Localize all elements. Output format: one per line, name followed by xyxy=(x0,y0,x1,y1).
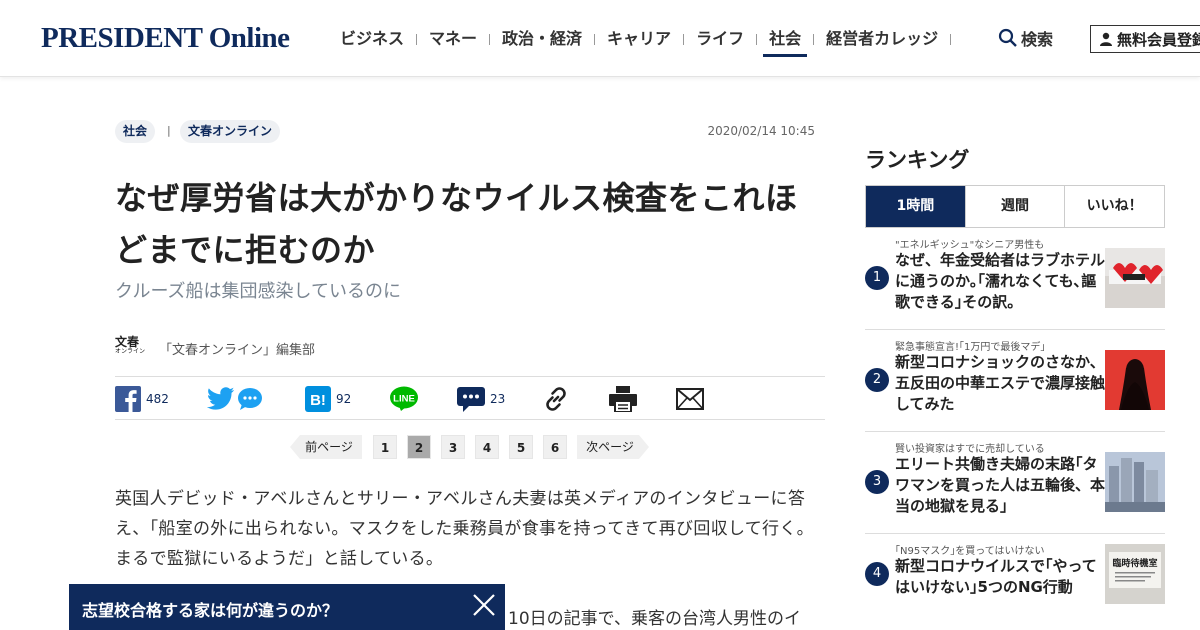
nav-item-society[interactable]: 社会 xyxy=(757,24,813,57)
tag-bunshun[interactable]: 文春オンライン xyxy=(180,120,281,143)
nav-item-career[interactable]: キャリア xyxy=(595,24,683,54)
article-subtitle: クルーズ船は集団感染しているのに xyxy=(115,281,402,302)
tag-separator: | xyxy=(167,124,171,137)
article-body-paragraph: 英国人デビッド・アベルさんとサリー・アベルさん夫妻は英メディアのインタビューに答… xyxy=(115,489,814,569)
speech-bubble-icon xyxy=(238,388,262,410)
share-bar: 482 B! 92 LINE 23 xyxy=(115,376,825,420)
article-body-partial: 10日の記事で、乗客の台湾人男性のイ xyxy=(508,609,801,629)
comment-button[interactable]: 23 xyxy=(457,385,505,413)
author-row: 文春 オンライン 「文春オンライン」編集部 xyxy=(115,336,315,360)
article-title: なぜ厚労省は大がかりなウイルス検査をこれほどまでに拒むのか xyxy=(115,179,798,269)
prev-page-button[interactable]: 前ページ xyxy=(290,435,362,459)
email-share-button[interactable] xyxy=(676,385,704,413)
rank-kicker: 賢い投資家はすでに売却している xyxy=(895,444,1045,455)
rank-number: 1 xyxy=(865,266,889,290)
nav-divider xyxy=(950,33,952,45)
page-1[interactable]: 1 xyxy=(373,435,397,459)
facebook-count: 482 xyxy=(146,392,169,406)
user-icon xyxy=(1100,32,1112,46)
page-6[interactable]: 6 xyxy=(543,435,567,459)
close-icon[interactable] xyxy=(471,592,497,618)
twitter-share-button[interactable] xyxy=(207,385,263,413)
nav-item-politics[interactable]: 政治・経済 xyxy=(490,24,594,54)
twitter-icon xyxy=(207,387,235,410)
rank-number: 4 xyxy=(865,562,889,586)
hotel-photo xyxy=(1105,248,1165,308)
silhouette-photo xyxy=(1105,350,1165,410)
tab-weekly[interactable]: 週間 xyxy=(964,186,1065,227)
ranking-item-4[interactable]: 4 ｢N95マスク｣を買ってはいけない 新型コロナウイルスで｢やってはいけない｣… xyxy=(865,534,1165,630)
page-3[interactable]: 3 xyxy=(441,435,465,459)
comment-count: 23 xyxy=(490,392,506,406)
tab-likes[interactable]: いいね！ xyxy=(1064,186,1164,227)
banner-text: 志望校合格する家は何が違うのか？ xyxy=(82,601,339,620)
page-2-current: 2 xyxy=(407,435,431,459)
page-5[interactable]: 5 xyxy=(509,435,533,459)
mail-icon xyxy=(676,388,704,410)
ranking-item-3[interactable]: 3 賢い投資家はすでに売却している エリート共働き夫婦の末路｢タワマンを買った人… xyxy=(865,432,1165,534)
copy-link-button[interactable] xyxy=(542,385,570,413)
search-icon xyxy=(998,28,1017,47)
nav-item-college[interactable]: 経営者カレッジ xyxy=(814,24,950,54)
hatena-bookmark-button[interactable]: B! 92 xyxy=(305,385,351,413)
ranking-tabs: 1時間 週間 いいね！ xyxy=(865,185,1165,228)
ranking-item-1[interactable]: 1 "エネルギッシュ"なシニア男性も なぜ、年金受給者はラブホテルに通うのか｡｢… xyxy=(865,228,1165,330)
ranking-item-2[interactable]: 2 緊急事態宣言!｢1万円で最後マデ｣ 新型コロナショックのさなか、五反田の中華… xyxy=(865,330,1165,432)
hatena-icon: B! xyxy=(305,386,331,412)
svg-text:LINE: LINE xyxy=(393,394,415,405)
svg-text:B!: B! xyxy=(310,392,326,409)
page-4[interactable]: 4 xyxy=(475,435,499,459)
site-header: PRESIDENT Online ビジネス マネー 政治・経済 キャリア ライフ… xyxy=(0,0,1200,77)
member-label: 無料会員登録 xyxy=(1117,30,1200,49)
search-button[interactable]: 検索 xyxy=(998,26,1053,50)
rank-number: 3 xyxy=(865,470,889,494)
tag-society[interactable]: 社会 xyxy=(115,120,156,143)
author-logo: 文春 オンライン xyxy=(115,336,145,360)
link-icon xyxy=(546,387,566,411)
rank-number: 2 xyxy=(865,368,889,392)
comment-icon xyxy=(457,387,485,412)
rank-headline: なぜ、年金受給者はラブホテルに通うのか｡｢濡れなくても､謳歌できる｣その訳。 xyxy=(895,251,1106,311)
main-nav: ビジネス マネー 政治・経済 キャリア ライフ 社会 経営者カレッジ xyxy=(328,24,952,57)
line-icon: LINE xyxy=(390,386,418,411)
line-share-button[interactable]: LINE xyxy=(389,385,419,413)
promo-banner[interactable]: 志望校合格する家は何が違うのか？ xyxy=(69,584,505,630)
nav-item-business[interactable]: ビジネス xyxy=(328,24,416,54)
ranking-title: ランキング xyxy=(865,148,970,172)
rank-headline: 新型コロナショックのさなか、五反田の中華エステで濃厚接触してみた xyxy=(895,353,1106,413)
author-logo-sub: オンライン xyxy=(115,348,146,355)
next-page-button[interactable]: 次ページ xyxy=(577,435,649,459)
member-signup-button[interactable]: 無料会員登録 xyxy=(1090,25,1200,53)
nav-item-life[interactable]: ライフ xyxy=(684,24,756,54)
site-logo[interactable]: PRESIDENT Online xyxy=(41,22,290,55)
facebook-share-button[interactable]: 482 xyxy=(115,385,169,413)
print-button[interactable] xyxy=(609,385,637,413)
rank-kicker: ｢N95マスク｣を買ってはいけない xyxy=(895,546,1045,557)
tab-1hour[interactable]: 1時間 xyxy=(866,186,965,227)
article-meta: 社会 | 文春オンライン 2020/02/14 10:45 xyxy=(115,120,815,144)
author-name[interactable]: 「文春オンライン」編集部 xyxy=(159,339,315,358)
tower-photo xyxy=(1105,452,1165,512)
rank-headline: 新型コロナウイルスで｢やってはいけない｣5つのNG行動 xyxy=(895,557,1097,596)
search-label: 検索 xyxy=(1021,30,1054,49)
publish-date: 2020/02/14 10:45 xyxy=(707,124,815,138)
nav-item-money[interactable]: マネー xyxy=(417,24,489,54)
waiting-room-photo: 臨時待機室 xyxy=(1105,544,1165,604)
rank-kicker: "エネルギッシュ"なシニア男性も xyxy=(895,240,1045,251)
svg-text:臨時待機室: 臨時待機室 xyxy=(1112,557,1157,569)
printer-icon xyxy=(609,386,637,412)
rank-kicker: 緊急事態宣言!｢1万円で最後マデ｣ xyxy=(895,342,1046,353)
rank-headline: エリート共働き夫婦の末路｢タワマンを買った人は五輪後、本当の地獄を見る｣ xyxy=(895,455,1106,515)
facebook-icon xyxy=(115,386,141,412)
author-logo-main: 文春 xyxy=(115,335,140,349)
hatena-count: 92 xyxy=(336,392,352,406)
